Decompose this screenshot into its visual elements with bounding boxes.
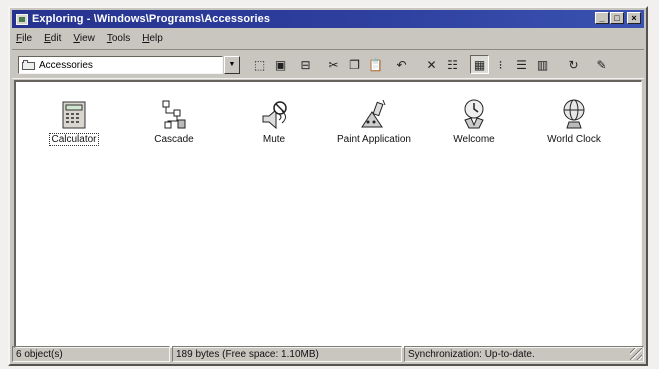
menu-tools[interactable]: Tools: [107, 33, 130, 44]
status-object-count: 6 object(s): [12, 346, 170, 362]
file-item-label: Mute: [262, 134, 286, 145]
paint-icon: [361, 99, 386, 128]
address-dropdown-button[interactable]: ▼: [224, 56, 240, 74]
explorer-window: Exploring - \Windows\Programs\Accessorie…: [8, 6, 648, 366]
undo-icon[interactable]: ↶: [392, 55, 411, 74]
file-item-label: Paint Application: [337, 134, 411, 145]
title-bar[interactable]: Exploring - \Windows\Programs\Accessorie…: [12, 10, 644, 28]
paint-icon[interactable]: ✎: [592, 55, 611, 74]
status-sync: Synchronization: Up-to-date.: [404, 346, 644, 362]
large-icons-icon[interactable]: ▦: [470, 55, 489, 74]
map-drive-icon[interactable]: ▣: [271, 55, 290, 74]
menu-help[interactable]: Help: [142, 33, 163, 44]
status-size: 189 bytes (Free space: 1.10MB): [172, 346, 402, 362]
menu-file[interactable]: File: [16, 33, 32, 44]
window-title: Exploring - \Windows\Programs\Accessorie…: [32, 13, 271, 25]
file-item-label: Cascade: [154, 134, 194, 145]
file-item-welcome[interactable]: Welcome: [424, 94, 524, 145]
small-icons-icon[interactable]: ⁝: [491, 55, 510, 74]
list-icon[interactable]: ☰: [512, 55, 531, 74]
status-bar: 6 object(s) 189 bytes (Free space: 1.10M…: [12, 346, 644, 362]
file-item-paint-application[interactable]: Paint Application: [324, 94, 424, 145]
properties-icon[interactable]: ☷: [443, 55, 462, 74]
welcome-icon: [464, 99, 484, 129]
minimize-button[interactable]: _: [595, 12, 609, 24]
up-folder-icon[interactable]: ⬚: [250, 55, 269, 74]
copy-icon[interactable]: ❐: [345, 55, 364, 74]
menu-bar: File Edit View Tools Help: [16, 30, 163, 46]
address-value: Accessories: [39, 59, 93, 71]
menu-view[interactable]: View: [73, 33, 95, 44]
file-item-label: World Clock: [547, 134, 601, 145]
close-button[interactable]: ×: [627, 12, 641, 24]
file-item-label: Welcome: [453, 134, 495, 145]
file-view[interactable]: Calculator Cascade Mute Paint Applicatio…: [14, 80, 642, 348]
delete-icon[interactable]: ✕: [422, 55, 441, 74]
file-item-label: Calculator: [49, 133, 99, 146]
file-item-mute[interactable]: Mute: [224, 94, 324, 145]
details-icon[interactable]: ▥: [533, 55, 552, 74]
folder-icon: [22, 60, 36, 70]
explorer-app-icon[interactable]: [16, 13, 28, 25]
maximize-button[interactable]: □: [610, 12, 624, 24]
mute-icon: [262, 101, 287, 130]
calculator-icon: [62, 101, 86, 129]
menu-edit[interactable]: Edit: [44, 33, 61, 44]
status-sync-text: Synchronization: Up-to-date.: [408, 349, 535, 360]
cut-icon[interactable]: ✂: [324, 55, 343, 74]
address-combo[interactable]: Accessories: [18, 56, 223, 74]
file-item-world-clock[interactable]: World Clock: [524, 94, 624, 145]
world-clock-icon: [563, 99, 585, 129]
paste-icon[interactable]: 📋: [366, 55, 385, 74]
file-item-cascade[interactable]: Cascade: [124, 94, 224, 145]
toolbar: Accessories ▼ ⬚ ▣ ⊟ ✂ ❐ 📋 ↶ ✕ ☷ ▦ ⁝ ☰ ▥: [12, 49, 644, 79]
sync-icon[interactable]: ↻: [564, 55, 583, 74]
cascade-icon: [162, 100, 186, 129]
file-item-calculator[interactable]: Calculator: [24, 94, 124, 146]
disconnect-drive-icon[interactable]: ⊟: [296, 55, 315, 74]
resize-grip[interactable]: [630, 348, 642, 360]
